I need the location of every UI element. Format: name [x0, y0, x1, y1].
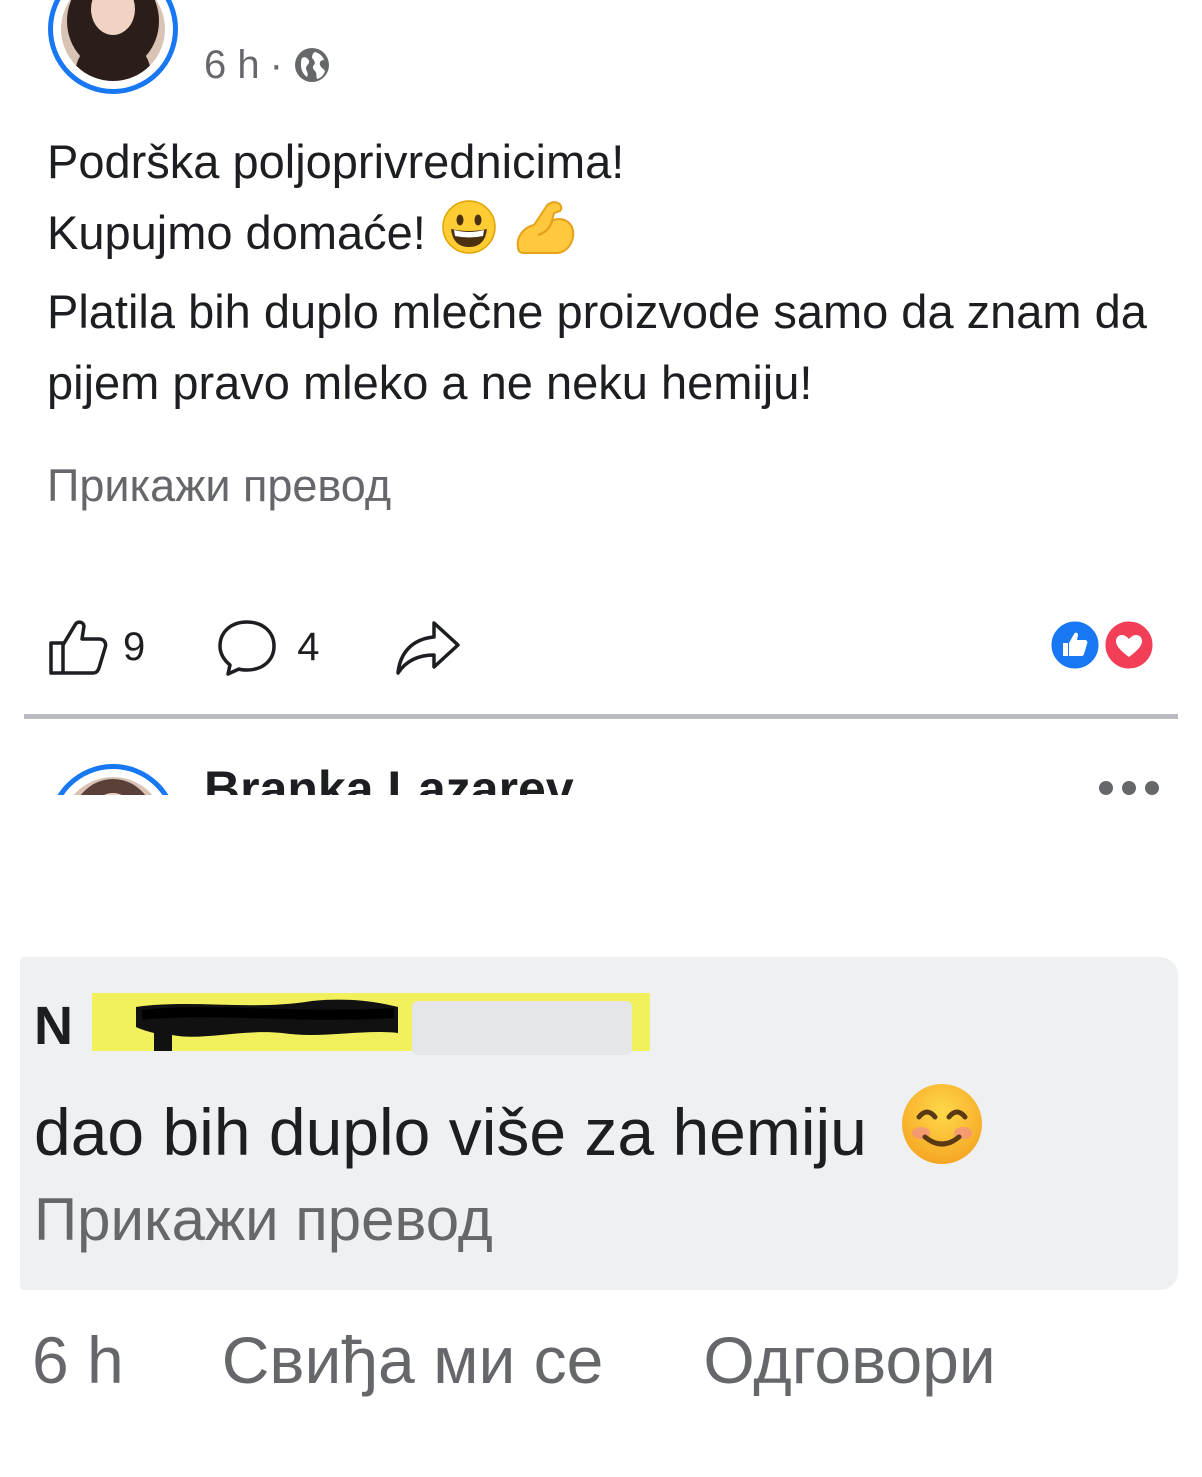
grinning-face-icon [439, 197, 499, 276]
post-author-avatar[interactable] [48, 0, 178, 94]
comment-reply-button[interactable]: Одговори [703, 1322, 995, 1398]
love-reaction-icon [1102, 618, 1156, 672]
globe-icon [293, 46, 331, 84]
meta-separator: · [269, 42, 283, 87]
flexed-biceps-icon [512, 197, 578, 276]
next-post-avatar[interactable] [48, 764, 178, 795]
see-translation-link[interactable]: Прикажи превод [47, 460, 391, 512]
post-time[interactable]: 6 h [204, 43, 260, 88]
post-body: Podrška poljoprivrednicima! Kupujmo doma… [47, 126, 1177, 418]
comment-like-button[interactable]: Свиђа ми се [222, 1322, 604, 1398]
like-button[interactable]: 9 [47, 617, 145, 677]
post-text-rest: Platila bih duplo mlečne proizvode samo … [47, 285, 1147, 409]
post-text-line1: Podrška poljoprivrednicima! [47, 135, 625, 188]
likes-count: 9 [123, 624, 146, 669]
comment-see-translation-link[interactable]: Прикажи превод [34, 1185, 493, 1254]
smiling-face-icon [899, 1081, 985, 1184]
like-outline-icon [47, 617, 111, 677]
post-divider [24, 714, 1178, 719]
comment-text-body: dao bih duplo više za hemiju [34, 1095, 867, 1169]
post-meta: 6 h · [204, 40, 331, 90]
comment-bubble: N dao bih duplo više za hemiju Прикажи п… [20, 957, 1178, 1290]
post-text-line2: Kupujmo domaće! [47, 197, 1177, 276]
redaction-scribble [136, 999, 398, 1051]
share-button[interactable] [394, 617, 464, 677]
post-text-line2-text: Kupujmo domaće! [47, 206, 426, 259]
comment-author[interactable]: N [34, 993, 654, 1057]
comment-time[interactable]: 6 h [32, 1322, 124, 1398]
comment-text: dao bih duplo više za hemiju [34, 1081, 985, 1184]
comment-footer: 6 h Свиђа ми се Одговори [32, 1322, 996, 1398]
comment-button[interactable]: 4 [215, 617, 320, 677]
comment-bubble-icon [215, 617, 279, 677]
share-arrow-icon [394, 617, 464, 677]
next-post-author[interactable]: Branka Lazarev [204, 760, 574, 795]
like-reaction-icon [1048, 618, 1102, 672]
redaction-blur [412, 1001, 632, 1055]
comment-author-name[interactable]: N [34, 995, 73, 1057]
more-options-icon[interactable] [1098, 778, 1160, 795]
post-card: 6 h · Podrška poljoprivrednicima! Kupujm… [0, 0, 1202, 795]
comments-count: 4 [297, 624, 320, 669]
post-actions: 9 4 [47, 612, 464, 682]
reactions-summary[interactable] [1048, 618, 1158, 672]
